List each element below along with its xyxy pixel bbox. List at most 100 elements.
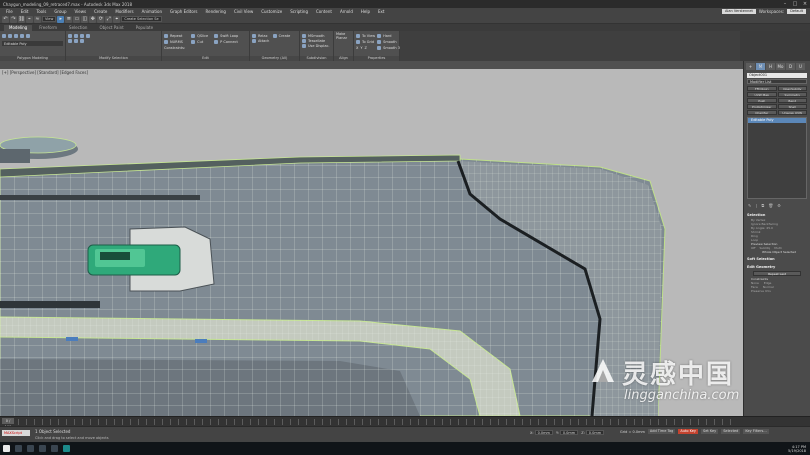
move-icon[interactable]: ✥ [89,15,97,23]
vertex-icon[interactable] [2,33,6,38]
menu-graph-editors[interactable]: Graph Editors [166,9,201,14]
hard-button[interactable]: Hard [377,33,402,38]
menu-content[interactable]: Content [312,9,336,14]
redo-icon[interactable]: ↷ [10,15,17,23]
prooptimizer-button[interactable]: ProOptimizer [747,104,777,109]
menu-group[interactable]: Group [50,9,70,14]
p-connect-button[interactable]: P Connect [214,39,238,44]
unlink-icon[interactable]: ⌁ [26,15,33,23]
modifier-list-dropdown[interactable]: Modifier List [747,79,807,84]
border-icon[interactable] [14,33,18,38]
rotate-icon[interactable]: ⟳ [97,15,105,23]
link-icon[interactable]: ⛓ [18,15,25,23]
remove-modifier-icon[interactable]: 🗑 [768,203,773,208]
object-name-field[interactable]: Object001 [747,73,807,78]
select-icon[interactable]: ▸ [57,15,65,23]
selected-dropdown[interactable]: Selected [721,429,741,434]
element-icon[interactable] [26,33,30,38]
edit-geometry-title[interactable]: Edit Geometry [747,265,807,270]
make-unique-icon[interactable]: ⧉ [761,203,764,208]
cut-button[interactable]: Cut [191,39,208,44]
shell-button[interactable]: Shell [777,104,807,109]
maxscript-listener[interactable]: MAXScript [2,430,30,436]
polygon-icon[interactable] [20,33,24,38]
create-tab-icon[interactable]: + [746,63,755,70]
ring-icon[interactable] [86,33,90,38]
x-button[interactable]: X [356,46,358,50]
viewport-label[interactable]: [+] [Perspective] [Standard] [Edged Face… [2,70,88,75]
auto-key-button[interactable]: Auto Key [678,429,698,434]
ffd-box-button[interactable]: FFD(box) [747,86,777,91]
attach-button[interactable]: Attach [252,38,297,43]
menu-arnold[interactable]: Arnold [336,9,357,14]
add-time-tag-button[interactable]: Add Time Tag [647,429,676,434]
configure-icon[interactable]: ⚙ [777,203,781,208]
named-selection-dropdown[interactable]: Create Selection Se [121,16,162,22]
use-displace-button[interactable]: Use Displac. [302,43,331,48]
ring-mode-icon[interactable] [74,38,78,43]
time-slider[interactable]: 0 / 100 [2,418,14,429]
menu-animation[interactable]: Animation [138,9,166,14]
repeat-last-button[interactable]: Repeat Last [753,271,801,276]
menu-edit[interactable]: Edit [17,9,33,14]
set-key-button[interactable]: Set Key [700,429,719,434]
edge-icon[interactable] [8,33,12,38]
menu-tools[interactable]: Tools [32,9,50,14]
key-filters-button[interactable]: Key Filters... [743,429,769,434]
scale-icon[interactable]: ⤢ [105,15,113,23]
menu-file[interactable]: File [2,9,17,14]
z-button[interactable]: Z [365,46,367,50]
z-coordinate-field[interactable]: 0.0mm [585,430,605,435]
push-button[interactable]: Push [747,98,777,103]
soft-selection-title[interactable]: Soft Selection [747,257,807,262]
editable-poly-dropdown[interactable]: Editable Poly [2,41,63,46]
menu-ext[interactable]: Ext [374,9,388,14]
minimize-button[interactable]: – [780,0,790,8]
menu-help[interactable]: Help [357,9,374,14]
task-view-icon[interactable] [27,445,34,452]
menu-customize[interactable]: Customize [257,9,286,14]
stack-item-editable-poly[interactable]: Editable Poly [748,118,806,123]
qslice-button[interactable]: QSlice [191,33,208,38]
chamfer-button[interactable]: Chamfer [747,110,777,115]
smooth-button[interactable]: Smooth [377,39,402,44]
select-name-icon[interactable]: ≣ [65,15,73,23]
repeat-button[interactable]: Repeat [164,33,185,38]
menu-modifiers[interactable]: Modifiers [111,9,137,14]
unwrap-uvw-button[interactable]: Unwrap UVW [777,110,807,115]
to-view-button[interactable]: To View [356,33,375,38]
menu-create[interactable]: Create [90,9,111,14]
bend-button[interactable]: Bend [777,98,807,103]
menu-views[interactable]: Views [71,9,91,14]
3dsmax-taskbar-icon[interactable] [63,445,70,452]
preserve-uvs-checkbox[interactable]: Preserve UVs [747,289,807,293]
loop-icon[interactable] [80,33,84,38]
nurms-button[interactable]: NURMS [164,39,185,44]
pin-stack-icon[interactable]: ✎ [748,203,751,208]
snap-icon[interactable]: ⌖ [113,15,121,23]
undo-icon[interactable]: ↶ [2,15,9,23]
display-tab-icon[interactable]: D [786,63,795,70]
symmetry-button[interactable]: Symmetry [777,92,807,97]
track-bar[interactable] [18,419,738,425]
modify-tab-icon[interactable]: M [756,63,765,70]
explorer-icon[interactable] [39,445,46,452]
rect-select-icon[interactable]: ▭ [73,15,81,23]
window-icon[interactable]: ◫ [81,15,89,23]
y-coordinate-field[interactable]: 0.0mm [559,430,579,435]
hierarchy-tab-icon[interactable]: H [766,63,775,70]
motion-tab-icon[interactable]: Mo [776,63,785,70]
show-end-icon[interactable]: ∣ [755,203,757,208]
x-coordinate-field[interactable]: 0.0mm [534,430,553,435]
close-button[interactable]: × [800,0,810,8]
to-grid-button[interactable]: To Grid [356,39,375,44]
user-account-button[interactable]: Alan Verstennet [722,9,756,14]
y-button[interactable]: Y [360,46,362,50]
selection-filter-dropdown[interactable]: View [42,16,57,22]
menu-scripting[interactable]: Scripting [286,9,312,14]
opensubdiv-button[interactable]: OpenSubdiv [777,86,807,91]
smooth-30-button[interactable]: Smooth 30 [377,45,402,50]
grow-icon[interactable] [68,33,72,38]
browser-icon[interactable] [51,445,58,452]
bind-icon[interactable]: ≈ [34,15,41,23]
